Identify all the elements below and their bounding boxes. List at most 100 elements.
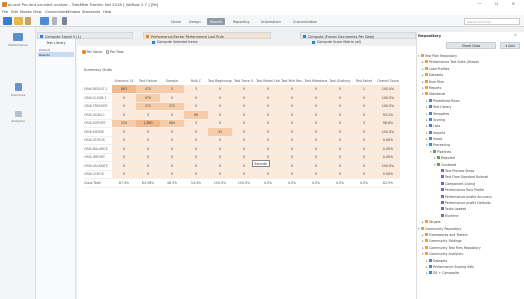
table-cell[interactable]: 0 — [280, 93, 304, 103]
table-cell[interactable]: 0 — [160, 127, 184, 137]
table-cell[interactable]: 100.0% — [376, 85, 400, 94]
table-cell[interactable]: 372 — [160, 102, 184, 111]
table-cell[interactable]: 0 — [352, 153, 376, 162]
table-cell[interactable]: 0 — [184, 144, 208, 154]
tab-results[interactable]: Results — [207, 18, 226, 25]
table-cell[interactable]: 0.00% — [376, 153, 400, 162]
table-cell[interactable]: 0 — [112, 153, 136, 162]
table-cell[interactable]: 0 — [304, 102, 328, 111]
table-cell[interactable]: 0 — [352, 161, 376, 171]
table-cell[interactable]: 0 — [352, 102, 376, 111]
table-cell[interactable]: 979 — [136, 93, 160, 103]
table-cell[interactable]: 0 — [328, 119, 352, 128]
table-cell[interactable]: 0 — [328, 127, 352, 137]
table-cell[interactable]: 0 — [112, 136, 136, 145]
table-cell[interactable]: 0 — [352, 127, 376, 137]
table-cell[interactable]: 0 — [352, 93, 376, 103]
table-cell[interactable]: 0 — [136, 161, 160, 171]
table-cell[interactable]: 43 — [208, 127, 232, 137]
table-cell[interactable]: 100.0% — [376, 102, 400, 111]
table-cell[interactable]: 0 — [352, 144, 376, 154]
table-cell[interactable]: 93.2% — [376, 110, 400, 120]
column-header[interactable]: Test Model Lite — [256, 77, 280, 85]
table-cell[interactable]: 0 — [256, 85, 280, 94]
table-cell[interactable]: 89 — [184, 110, 208, 120]
table-row[interactable]: LYNX-BALANCE 0 0 0 0 0 0 0 0 0 0 0 0.00% — [84, 144, 400, 154]
table-cell[interactable]: 0.00% — [376, 136, 400, 145]
table-cell[interactable]: 0 — [160, 93, 184, 103]
table-row[interactable]: LYNX-SCAN-1 0 3 0 89 0 0 0 0 0 0 0 93.2% — [84, 110, 400, 120]
table-cell[interactable]: 0 — [112, 170, 136, 179]
table-cell[interactable]: 984 — [160, 119, 184, 128]
radio-per-row[interactable]: Per Row — [105, 50, 124, 54]
table-cell[interactable]: 883 — [112, 85, 136, 94]
column-header[interactable]: Test Gluttony — [328, 77, 352, 85]
table-cell[interactable]: 0 — [280, 153, 304, 162]
share-data-button[interactable]: Share Data — [446, 42, 496, 49]
radio-per-value[interactable]: Per Value — [82, 50, 102, 54]
table-cell[interactable]: 0 — [208, 93, 232, 103]
column-header[interactable]: Overall Score — [376, 77, 400, 85]
column-header[interactable]: Test Trace S. — [232, 77, 256, 85]
table-cell[interactable]: 0 — [136, 144, 160, 154]
menu-help[interactable]: Help — [103, 10, 111, 14]
table-cell[interactable]: 100.0% — [376, 93, 400, 103]
tab-reporting[interactable]: Reporting — [230, 18, 252, 25]
table-cell[interactable]: 0 — [184, 127, 208, 137]
menu-file[interactable]: File — [2, 10, 8, 14]
table-cell[interactable]: 0 — [184, 102, 208, 111]
table-cell[interactable]: 0 — [136, 136, 160, 145]
table-cell[interactable]: 0 — [232, 136, 256, 145]
table-cell[interactable]: 0 — [256, 170, 280, 179]
table-cell[interactable]: 0 — [160, 144, 184, 154]
table-cell[interactable]: 0 — [136, 153, 160, 162]
table-cell[interactable]: 3 — [136, 110, 160, 120]
sub-tab-selected-items[interactable]: Compute Selected Items — [150, 39, 201, 45]
table-cell[interactable]: 0 — [280, 119, 304, 128]
table-cell[interactable]: 0 — [256, 93, 280, 103]
table-row[interactable]: LYNX-MERGE 0 0 0 0 43 0 0 0 0 0 0 100.0% — [84, 127, 400, 137]
table-cell[interactable]: 0 — [304, 127, 328, 137]
table-cell[interactable]: 0 — [184, 161, 208, 171]
column-header[interactable]: Bulk C — [184, 77, 208, 85]
table-cell[interactable]: 0 — [328, 93, 352, 103]
table-cell[interactable]: 0 — [304, 85, 328, 94]
table-cell[interactable]: 100.0% — [376, 127, 400, 137]
menu-connections[interactable]: Connections — [45, 10, 67, 14]
table-cell[interactable]: 0 — [304, 144, 328, 154]
table-cell[interactable]: 0 — [112, 161, 136, 171]
perspective-performance[interactable]: Performance — [2, 33, 34, 47]
table-cell[interactable]: 0 — [184, 153, 208, 162]
table-row[interactable]: LYNX-CLEAN-1 0 979 0 0 0 0 0 0 0 0 0 100.0% — [84, 93, 400, 103]
table-cell[interactable]: 0 — [280, 85, 304, 94]
table-cell[interactable]: 3 — [352, 119, 376, 128]
table-row[interactable]: LYNX-RESULT-1 883 470 3 3 0 0 0 0 0 0 1 100.0% — [84, 85, 400, 94]
table-cell[interactable]: 0 — [304, 93, 328, 103]
table-cell[interactable]: 0 — [304, 110, 328, 120]
table-cell[interactable]: 0 — [352, 136, 376, 145]
table-cell[interactable]: 0 — [208, 119, 232, 128]
table-cell[interactable]: 0 — [160, 170, 184, 179]
table-cell[interactable]: 3 — [160, 85, 184, 94]
tab-design[interactable]: Design — [186, 18, 204, 25]
table-cell[interactable]: 0 — [232, 127, 256, 137]
table-cell[interactable]: 0 — [328, 136, 352, 145]
table-cell[interactable]: 0 — [328, 153, 352, 162]
run-icon[interactable] — [40, 17, 49, 25]
table-cell[interactable]: 0 — [136, 170, 160, 179]
table-cell[interactable]: 0 — [160, 136, 184, 145]
table-cell[interactable]: 0 — [232, 85, 256, 94]
table-cell[interactable]: 0 — [352, 110, 376, 120]
table-cell[interactable]: 470 — [136, 85, 160, 94]
column-header[interactable]: Test Mild Res. — [280, 77, 304, 85]
table-row[interactable]: LYNX-FRESHER 0 372 372 0 0 0 0 0 0 0 0 100.0% — [84, 102, 400, 111]
table-cell[interactable]: 0 — [112, 110, 136, 120]
table-cell[interactable]: 3 — [184, 119, 208, 128]
menu-modes[interactable]: Modes — [20, 10, 32, 14]
table-cell[interactable]: 372 — [136, 102, 160, 111]
perspective-scenarios[interactable]: Scenarios — [2, 83, 34, 97]
table-cell[interactable]: 0 — [112, 93, 136, 103]
table-cell[interactable]: 0 — [328, 85, 352, 94]
table-row[interactable]: LYNX-EXPORT 254 1,880 984 3 0 0 0 0 0 0 3 98.6% — [84, 119, 400, 128]
add-button[interactable]: ▾ Add — [500, 42, 520, 49]
